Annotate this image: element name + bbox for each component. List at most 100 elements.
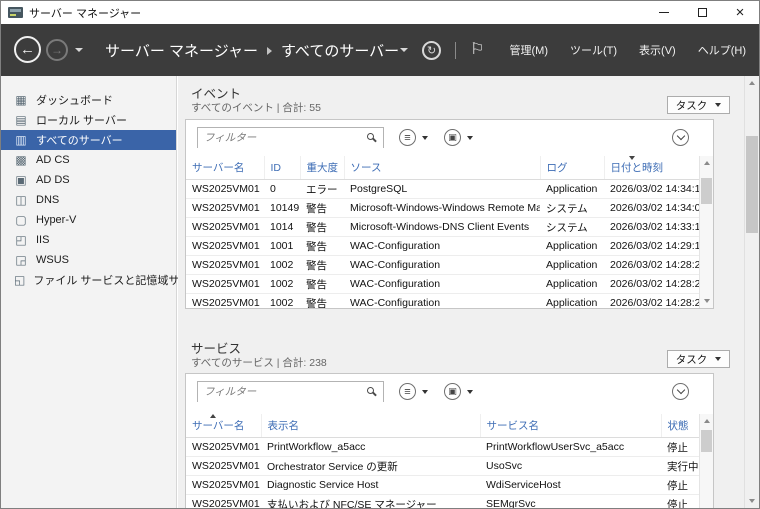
menu-bar: 管理(M) ツール(T) 表示(V) ヘルプ(H) [507, 38, 750, 62]
sidebar-item[interactable]: ◫ DNS [1, 190, 176, 210]
service-status: 停止 [661, 437, 699, 457]
events-col-server[interactable]: サーバー名 [186, 156, 265, 180]
event-source: WAC-Configuration [344, 236, 540, 256]
service-display-name: Diagnostic Service Host [261, 475, 480, 495]
main-content: イベント すべてのイベント | 合計: 55 タスク フィルター ≡ ▣ サーバ… [178, 76, 744, 508]
sidebar-item[interactable]: ▤ ローカル サーバー [1, 110, 176, 130]
events-tasks-button[interactable]: タスク [667, 96, 730, 114]
events-filter-input[interactable] [198, 128, 383, 148]
event-row[interactable]: WS2025VM01 10149 警告 Microsoft-Windows-Wi… [186, 198, 699, 218]
hyper-v-icon: ▢ [15, 213, 27, 227]
breadcrumb-current: すべてのサーバー [280, 43, 400, 60]
event-source: WAC-Configuration [344, 293, 540, 308]
event-log: システム [540, 198, 604, 218]
services-col-service-name[interactable]: サービス名 [480, 414, 662, 438]
events-collapse-button[interactable] [672, 129, 689, 146]
sidebar-item[interactable]: ◲ WSUS [1, 250, 176, 270]
services-save-query-button[interactable] [444, 383, 473, 400]
events-col-log[interactable]: ログ [540, 156, 605, 180]
forward-button[interactable] [46, 39, 68, 61]
back-button[interactable] [14, 36, 41, 63]
event-log: Application [540, 274, 604, 294]
event-row[interactable]: WS2025VM01 0 エラー PostgreSQL Application … [186, 179, 699, 199]
chevron-down-icon [676, 131, 685, 141]
save-icon [448, 132, 457, 143]
services-col-display-name[interactable]: 表示名 [261, 414, 481, 438]
service-row[interactable]: WS2025VM01 Diagnostic Service Host WdiSe… [186, 475, 699, 495]
services-col-status[interactable]: 状態 [661, 414, 699, 438]
services-tasks-button[interactable]: タスク [667, 350, 730, 368]
events-col-id[interactable]: ID [264, 156, 301, 180]
events-col-source[interactable]: ソース [344, 156, 541, 180]
event-server: WS2025VM01 [186, 236, 264, 256]
event-row[interactable]: WS2025VM01 1002 警告 WAC-Configuration App… [186, 293, 699, 308]
minimize-button[interactable] [645, 1, 683, 24]
event-row[interactable]: WS2025VM01 1002 警告 WAC-Configuration App… [186, 255, 699, 275]
services-criteria-button[interactable] [399, 383, 428, 400]
services-collapse-button[interactable] [672, 383, 689, 400]
triangle-down-icon [749, 499, 755, 503]
events-table: サーバー名 ID 重大度 ソース ログ 日付と時刻 WS2025VM01 0 エ… [186, 156, 699, 308]
service-server: WS2025VM01 [186, 494, 261, 508]
events-col-severity[interactable]: 重大度 [300, 156, 345, 180]
events-col-datetime[interactable]: 日付と時刻 [604, 156, 699, 180]
maximize-button[interactable] [683, 1, 721, 24]
scrollbar-thumb[interactable] [701, 430, 712, 452]
events-save-query-button[interactable] [444, 129, 473, 146]
history-dropdown-button[interactable] [75, 48, 83, 52]
event-row[interactable]: WS2025VM01 1014 警告 Microsoft-Windows-DNS… [186, 217, 699, 237]
scroll-down-button[interactable] [745, 494, 759, 508]
menu-item[interactable]: ツール(T) [567, 38, 620, 62]
dns-icon: ◫ [15, 193, 27, 207]
event-datetime: 2026/03/02 14:34:00 [604, 198, 699, 218]
service-row[interactable]: WS2025VM01 Orchestrator Service の更新 UsoS… [186, 456, 699, 476]
sidebar-item[interactable]: ◰ IIS [1, 230, 176, 250]
menu-item[interactable]: 表示(V) [636, 38, 679, 62]
event-severity: 警告 [300, 236, 344, 256]
sidebar-item-label: ダッシュボード [36, 95, 113, 107]
event-log: Application [540, 255, 604, 275]
services-table-scrollbar [699, 414, 713, 508]
events-table-scrollbar [699, 156, 713, 308]
event-source: WAC-Configuration [344, 274, 540, 294]
event-log: システム [540, 217, 604, 237]
sort-ascending-icon [210, 414, 216, 418]
sidebar-item[interactable]: ▢ Hyper-V [1, 210, 176, 230]
service-row[interactable]: WS2025VM01 支払いおよび NFC/SE マネージャー SEMgrSvc… [186, 494, 699, 508]
menu-item[interactable]: ヘルプ(H) [695, 38, 749, 62]
notifications-flag-button[interactable] [470, 41, 484, 59]
scroll-down-button[interactable] [700, 294, 713, 308]
scrollbar-thumb[interactable] [746, 136, 758, 233]
services-col-server[interactable]: サーバー名 [186, 414, 262, 438]
page-dropdown-button[interactable] [400, 48, 409, 52]
services-table: サーバー名 表示名 サービス名 状態 WS2025VM01 PrintWorkf… [186, 414, 699, 508]
event-id: 1001 [264, 236, 300, 256]
breadcrumb-root[interactable]: サーバー マネージャー [105, 40, 258, 61]
sidebar-item[interactable]: ▥ すべてのサーバー [1, 130, 176, 150]
title-bar: サーバー マネージャー [1, 1, 759, 24]
event-source: PostgreSQL [344, 179, 540, 199]
events-criteria-button[interactable] [399, 129, 428, 146]
event-datetime: 2026/03/02 14:28:25 [604, 255, 699, 275]
sidebar-item-label: WSUS [36, 254, 69, 266]
refresh-button[interactable] [422, 40, 442, 60]
scroll-up-button[interactable] [745, 76, 759, 90]
sidebar-item[interactable]: ▣ AD DS [1, 170, 176, 190]
service-row[interactable]: WS2025VM01 PrintWorkflow_a5acc PrintWork… [186, 437, 699, 457]
event-row[interactable]: WS2025VM01 1002 警告 WAC-Configuration App… [186, 274, 699, 294]
service-display-name: Orchestrator Service の更新 [261, 456, 480, 476]
service-name: WdiServiceHost [480, 475, 661, 495]
services-filter-input[interactable] [198, 382, 383, 402]
triangle-up-icon [749, 81, 755, 85]
sidebar-item[interactable]: ◱ ファイル サービスと記憶域サ... [1, 270, 206, 290]
minimize-icon [659, 12, 669, 13]
sidebar-item[interactable]: ▩ AD CS [1, 150, 176, 170]
event-row[interactable]: WS2025VM01 1001 警告 WAC-Configuration App… [186, 236, 699, 256]
scrollbar-thumb[interactable] [701, 178, 712, 204]
sidebar-item[interactable]: ▦ ダッシュボード [1, 90, 176, 110]
event-severity: 警告 [300, 274, 344, 294]
menu-item[interactable]: 管理(M) [507, 38, 552, 62]
scroll-up-button[interactable] [700, 414, 713, 428]
scroll-up-button[interactable] [700, 156, 713, 170]
close-button[interactable] [721, 1, 759, 24]
